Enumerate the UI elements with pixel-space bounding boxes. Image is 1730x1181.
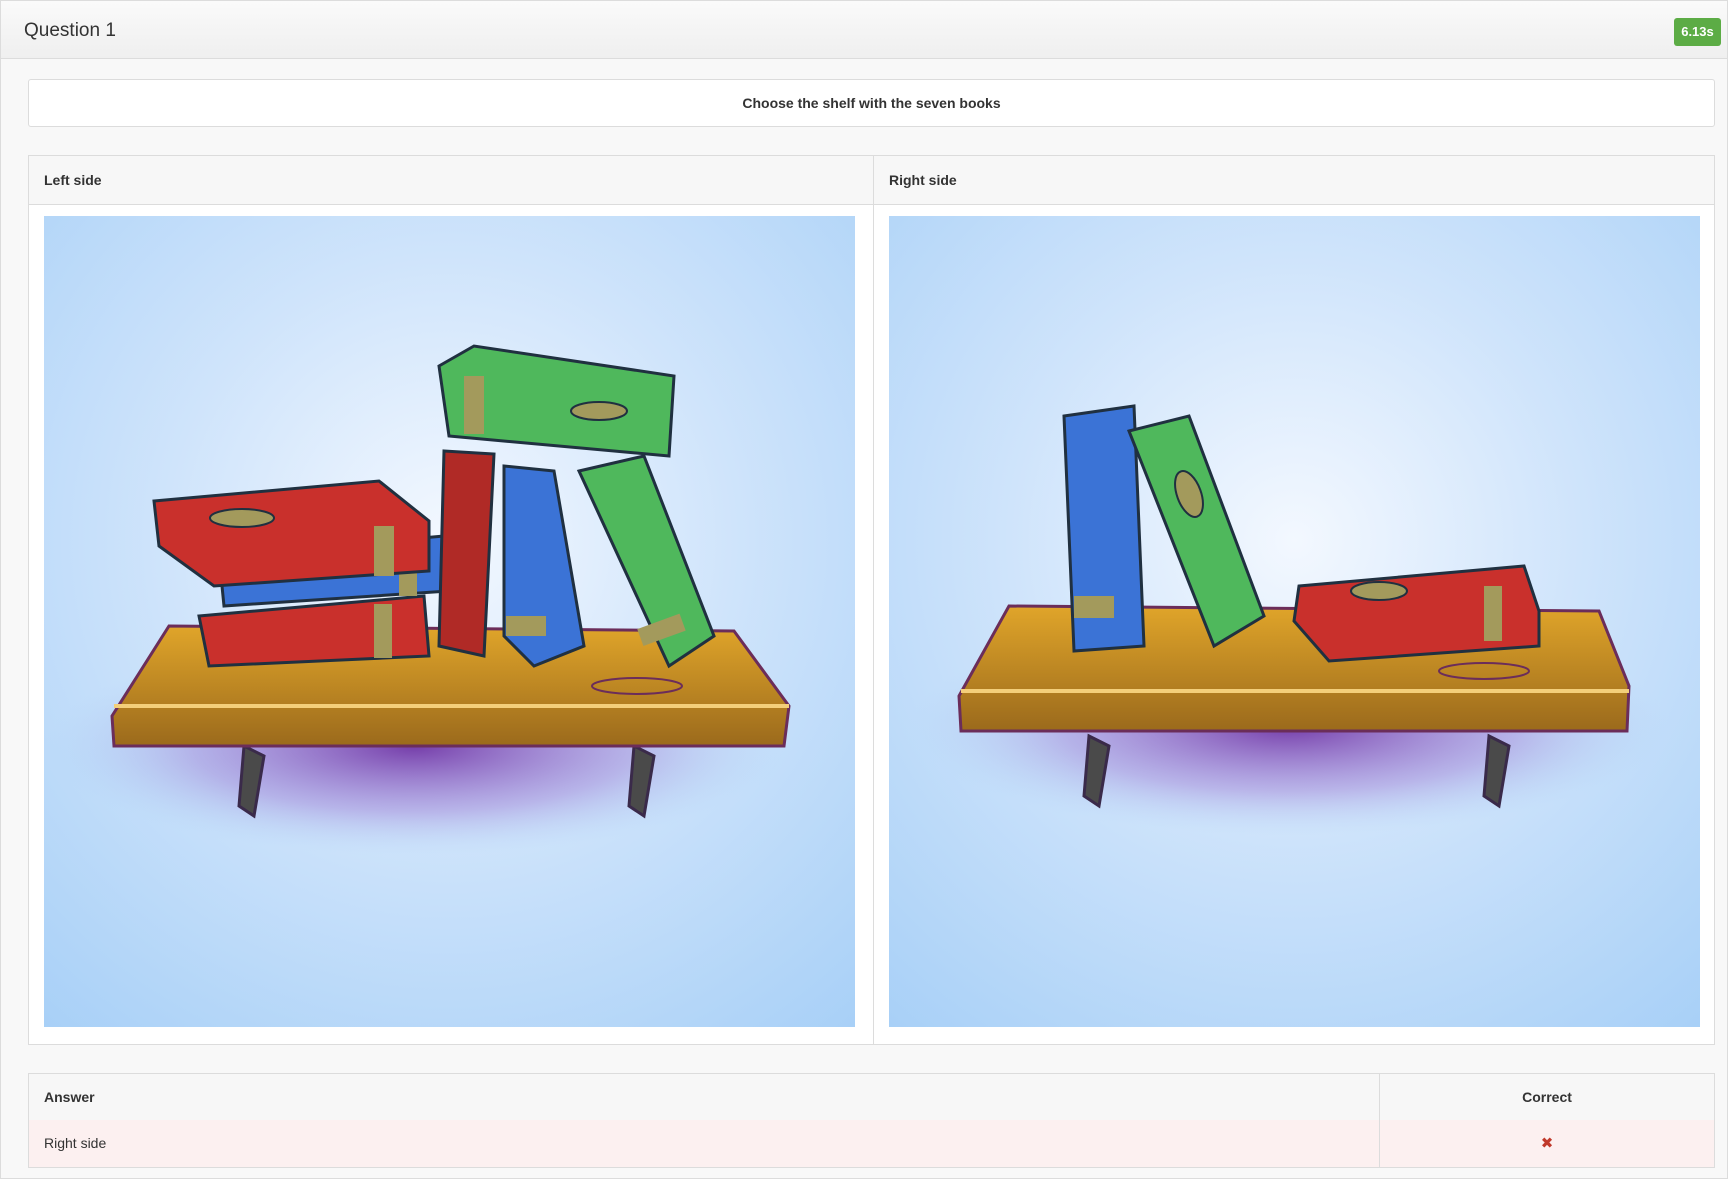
correct-column-header: Correct bbox=[1522, 1089, 1572, 1105]
cross-icon: ✖ bbox=[1540, 1135, 1554, 1152]
column-divider bbox=[1379, 1074, 1380, 1167]
shelf-image-right[interactable] bbox=[889, 216, 1700, 1027]
answer-table-header: Answer Correct bbox=[29, 1074, 1714, 1121]
shelf-image-left[interactable] bbox=[44, 216, 855, 1027]
question-panel: Question 1 6.13s Choose the shelf with t… bbox=[0, 0, 1728, 1179]
answer-value: Right side bbox=[44, 1135, 107, 1151]
question-title: Question 1 bbox=[24, 20, 116, 41]
timer-badge: 6.13s bbox=[1674, 18, 1721, 46]
choice-right: Right side bbox=[874, 156, 1714, 1044]
choice-label-left: Left side bbox=[29, 156, 873, 205]
answer-column-header: Answer bbox=[44, 1089, 95, 1105]
choice-label-right: Right side bbox=[874, 156, 1714, 205]
shelf-illustration-left bbox=[44, 344, 791, 856]
table-row: Right side ✖ bbox=[29, 1120, 1714, 1167]
choice-left: Left side bbox=[29, 156, 874, 1044]
question-prompt: Choose the shelf with the seven books bbox=[28, 79, 1715, 127]
answer-table: Answer Correct Right side ✖ bbox=[28, 1073, 1715, 1168]
choices-table: Left side Right side bbox=[28, 155, 1715, 1045]
panel-heading: Question 1 6.13s bbox=[1, 1, 1727, 59]
shelf-illustration-right bbox=[909, 404, 1669, 836]
